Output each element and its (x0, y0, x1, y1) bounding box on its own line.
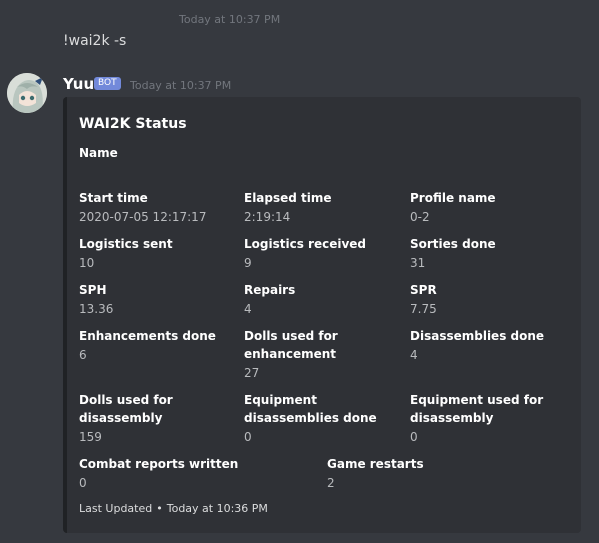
field-value-disassemblies-done: 4 (410, 348, 418, 362)
footer-label: Last Updated (79, 502, 153, 515)
field-value-start-time: 2020-07-05 12:17:17 (79, 210, 207, 224)
field-name-profile-name: Profile name (410, 191, 496, 205)
field-value-profile-name: 0-2 (410, 210, 430, 224)
field-value-dolls-used-for-disassembly: 159 (79, 430, 102, 444)
field-name-dolls-used-for-enhancement: Dolls used for enhancement (244, 329, 338, 361)
field-name-equipment-used-for-disassembly: Equipment used for disassembly (410, 393, 544, 425)
field-name-repairs: Repairs (244, 283, 296, 297)
bot-tag: BOT (94, 77, 121, 90)
field-name-logistics-received: Logistics received (244, 237, 366, 251)
field-name-elapsed-time: Elapsed time (244, 191, 332, 205)
embed-author-name: Name (79, 146, 118, 160)
field-value-game-restarts: 2 (327, 476, 335, 490)
field-value-elapsed-time: 2:19:14 (244, 210, 291, 224)
field-value-logistics-sent: 10 (79, 256, 95, 270)
field-value-logistics-received: 9 (244, 256, 252, 270)
field-name-start-time: Start time (79, 191, 148, 205)
field-value-dolls-used-for-enhancement: 27 (244, 366, 260, 380)
field-name-combat-reports-written: Combat reports written (79, 457, 239, 471)
field-name-game-restarts: Game restarts (327, 457, 424, 471)
embed-footer: Last Updated • Today at 10:36 PM (79, 502, 268, 515)
field-name-sorties-done: Sorties done (410, 237, 496, 251)
field-name-sph: SPH (79, 283, 107, 297)
field-name-disassemblies-done: Disassemblies done (410, 329, 545, 343)
field-name-dolls-used-for-disassembly: Dolls used for disassembly (79, 393, 173, 425)
field-name-enhancements-done: Enhancements done (79, 329, 216, 343)
field-value-spr: 7.75 (410, 302, 437, 316)
field-value-sorties-done: 31 (410, 256, 426, 270)
field-name-logistics-sent: Logistics sent (79, 237, 173, 251)
field-value-repairs: 4 (244, 302, 252, 316)
message-timestamp[interactable]: Today at 10:37 PM (179, 13, 280, 26)
field-name-spr: SPR (410, 283, 437, 297)
field-value-combat-reports-written: 0 (79, 476, 87, 490)
username[interactable]: Yuu (63, 75, 94, 93)
avatar-image (7, 73, 47, 113)
avatar[interactable] (7, 73, 47, 113)
footer-separator: • (156, 502, 163, 515)
field-value-equipment-used-for-disassembly: 0 (410, 430, 418, 444)
message-text: !wai2k -s (63, 33, 127, 49)
embed-title: WAI2K Status (79, 116, 187, 132)
field-value-enhancements-done: 6 (79, 348, 87, 362)
field-value-sph: 13.36 (79, 302, 114, 316)
field-value-equipment-disassemblies-done: 0 (244, 430, 252, 444)
message-timestamp[interactable]: Today at 10:37 PM (130, 79, 231, 92)
field-name-equipment-disassemblies-done: Equipment disassemblies done (244, 393, 377, 425)
footer-timestamp: Today at 10:36 PM (166, 502, 268, 515)
